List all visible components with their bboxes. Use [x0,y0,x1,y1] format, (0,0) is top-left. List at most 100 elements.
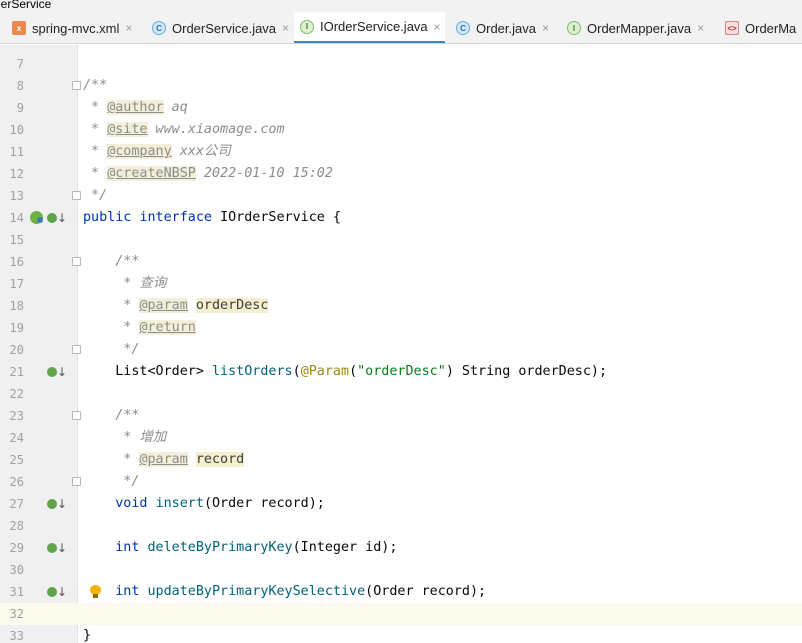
tab-ordermapper-java[interactable]: I OrderMapper.java × [561,12,715,43]
code-line[interactable]: 9 * @author aq [0,97,802,119]
window-title: lerService [0,0,52,11]
code-token: @return [139,320,196,335]
fold-marker-icon[interactable] [72,345,81,354]
code-line[interactable]: 12 * @createNBSP 2022-01-10 15:02 [0,163,802,185]
code-line[interactable]: 21 ↓ List<Order> listOrders(@Param("order… [0,361,802,383]
code-editor[interactable]: 7 8/** 9 * @author aq 10 * @site www.xiaoma… [0,45,802,643]
close-tab-icon[interactable]: × [434,20,441,34]
implemented-by-icon[interactable]: ↓ [47,497,67,511]
code-token: * 查询 [83,276,167,291]
line-number: 32 [9,607,24,621]
code-line[interactable]: 20 */ [0,339,802,361]
fold-marker-icon[interactable] [72,191,81,200]
xml-file-icon: x [12,21,26,35]
mapper-xml-icon: <> [725,21,739,35]
tab-label: OrderMapper.java [587,20,692,36]
implemented-by-icon[interactable]: ↓ [47,541,67,555]
code-token: deleteByPrimaryKey [147,540,293,555]
tab-label: spring-mvc.xml [32,20,120,36]
code-line[interactable]: 32 [0,603,802,625]
tab-spring-mvc-xml[interactable]: x spring-mvc.xml × [6,12,140,43]
code-line[interactable]: 29 ↓ int deleteByPrimaryKey(Integer id); [0,537,802,559]
code-text: void insert(Order record); [83,493,325,515]
fold-marker-icon[interactable] [72,411,81,420]
line-number: 33 [9,629,24,643]
close-tab-icon[interactable]: × [125,21,132,35]
code-token: record [195,452,245,467]
arrow-down-icon: ↓ [57,365,68,379]
code-line[interactable]: 13 */ [0,185,802,207]
window-title-bar: lerService [0,0,802,12]
tab-orderservice-java[interactable]: C OrderService.java × [146,12,289,43]
tab-iorderservice-java[interactable]: I IOrderService.java × [294,12,445,43]
code-token: /** [83,254,140,269]
code-line[interactable]: 22 [0,383,802,405]
code-token: * [83,452,140,467]
code-text: * @param record [83,449,245,471]
code-token: aq [163,100,188,115]
spring-bean-icon[interactable] [30,211,43,224]
code-line[interactable]: 26 */ [0,471,802,493]
code-line[interactable]: 16 /** [0,251,802,273]
fold-marker-icon[interactable] [72,257,81,266]
code-token: (Order record); [203,496,325,511]
close-tab-icon[interactable]: × [542,21,549,35]
code-token: * [83,122,108,137]
line-number: 31 [9,585,24,599]
close-tab-icon[interactable]: × [697,21,704,35]
code-line[interactable]: 24 * 增加 [0,427,802,449]
code-text: * 查询 [83,273,166,295]
line-number: 16 [9,255,24,269]
line-number: 14 [9,211,24,225]
code-line[interactable]: 18 * @param orderDesc [0,295,802,317]
code-line[interactable]: 33} [0,625,802,643]
implemented-by-icon[interactable]: ↓ [47,585,67,599]
code-token: } [83,628,92,643]
fold-marker-icon[interactable] [72,477,81,486]
code-line[interactable]: 27 ↓ void insert(Order record); [0,493,802,515]
code-text: * @site www.xiaomage.com [83,119,285,141]
code-token: void [115,496,156,511]
code-line[interactable]: 23 /** [0,405,802,427]
code-line[interactable]: 10 * @site www.xiaomage.com [0,119,802,141]
code-line[interactable]: 14 ↓ public interface IOrderService { [0,207,802,229]
code-line[interactable]: 15 [0,229,802,251]
code-line[interactable]: 30 [0,559,802,581]
line-number: 21 [9,365,24,379]
code-token: /** [83,408,140,423]
implemented-by-icon[interactable]: ↓ [47,365,67,379]
code-line[interactable]: 19 * @return [0,317,802,339]
editor-tab-bar: x spring-mvc.xml × C OrderService.java × I IOrd… [0,12,802,44]
tab-orderma[interactable]: <> OrderMa [719,12,802,43]
tab-label: OrderMa [745,20,797,36]
line-number: 11 [9,145,24,159]
code-text: /** [83,251,139,273]
code-token: updateByPrimaryKeySelective [147,584,366,599]
implementation-dot-icon [47,367,57,377]
code-line[interactable]: 7 [0,53,802,75]
code-text: * 增加 [83,427,166,449]
code-token: ( [292,364,301,379]
code-line[interactable]: 25 * @param record [0,449,802,471]
arrow-down-icon: ↓ [57,497,68,511]
code-line[interactable]: 8 /** [0,75,802,97]
code-text: /** [83,405,139,427]
code-token: * 增加 [83,430,167,445]
code-token: */ [83,474,140,489]
fold-marker-icon[interactable] [72,81,81,90]
tab-order-java[interactable]: C Order.java × [450,12,556,43]
implemented-by-icon[interactable]: ↓ [47,211,67,225]
tab-label: IOrderService.java [320,19,428,34]
code-token: insert [155,496,204,511]
code-line[interactable]: 28 [0,515,802,537]
code-line[interactable]: 31 ↓ int updateByPrimaryKeySelective(Orde… [0,581,802,603]
close-tab-icon[interactable]: × [282,21,289,35]
code-line[interactable]: 11 * @company xxx公司 [0,141,802,163]
class-file-icon: C [456,21,470,35]
arrow-down-icon: ↓ [57,211,68,225]
code-token: List<Order> [83,364,212,379]
line-number: 18 [9,299,24,313]
code-line[interactable]: 17 * 查询 [0,273,802,295]
